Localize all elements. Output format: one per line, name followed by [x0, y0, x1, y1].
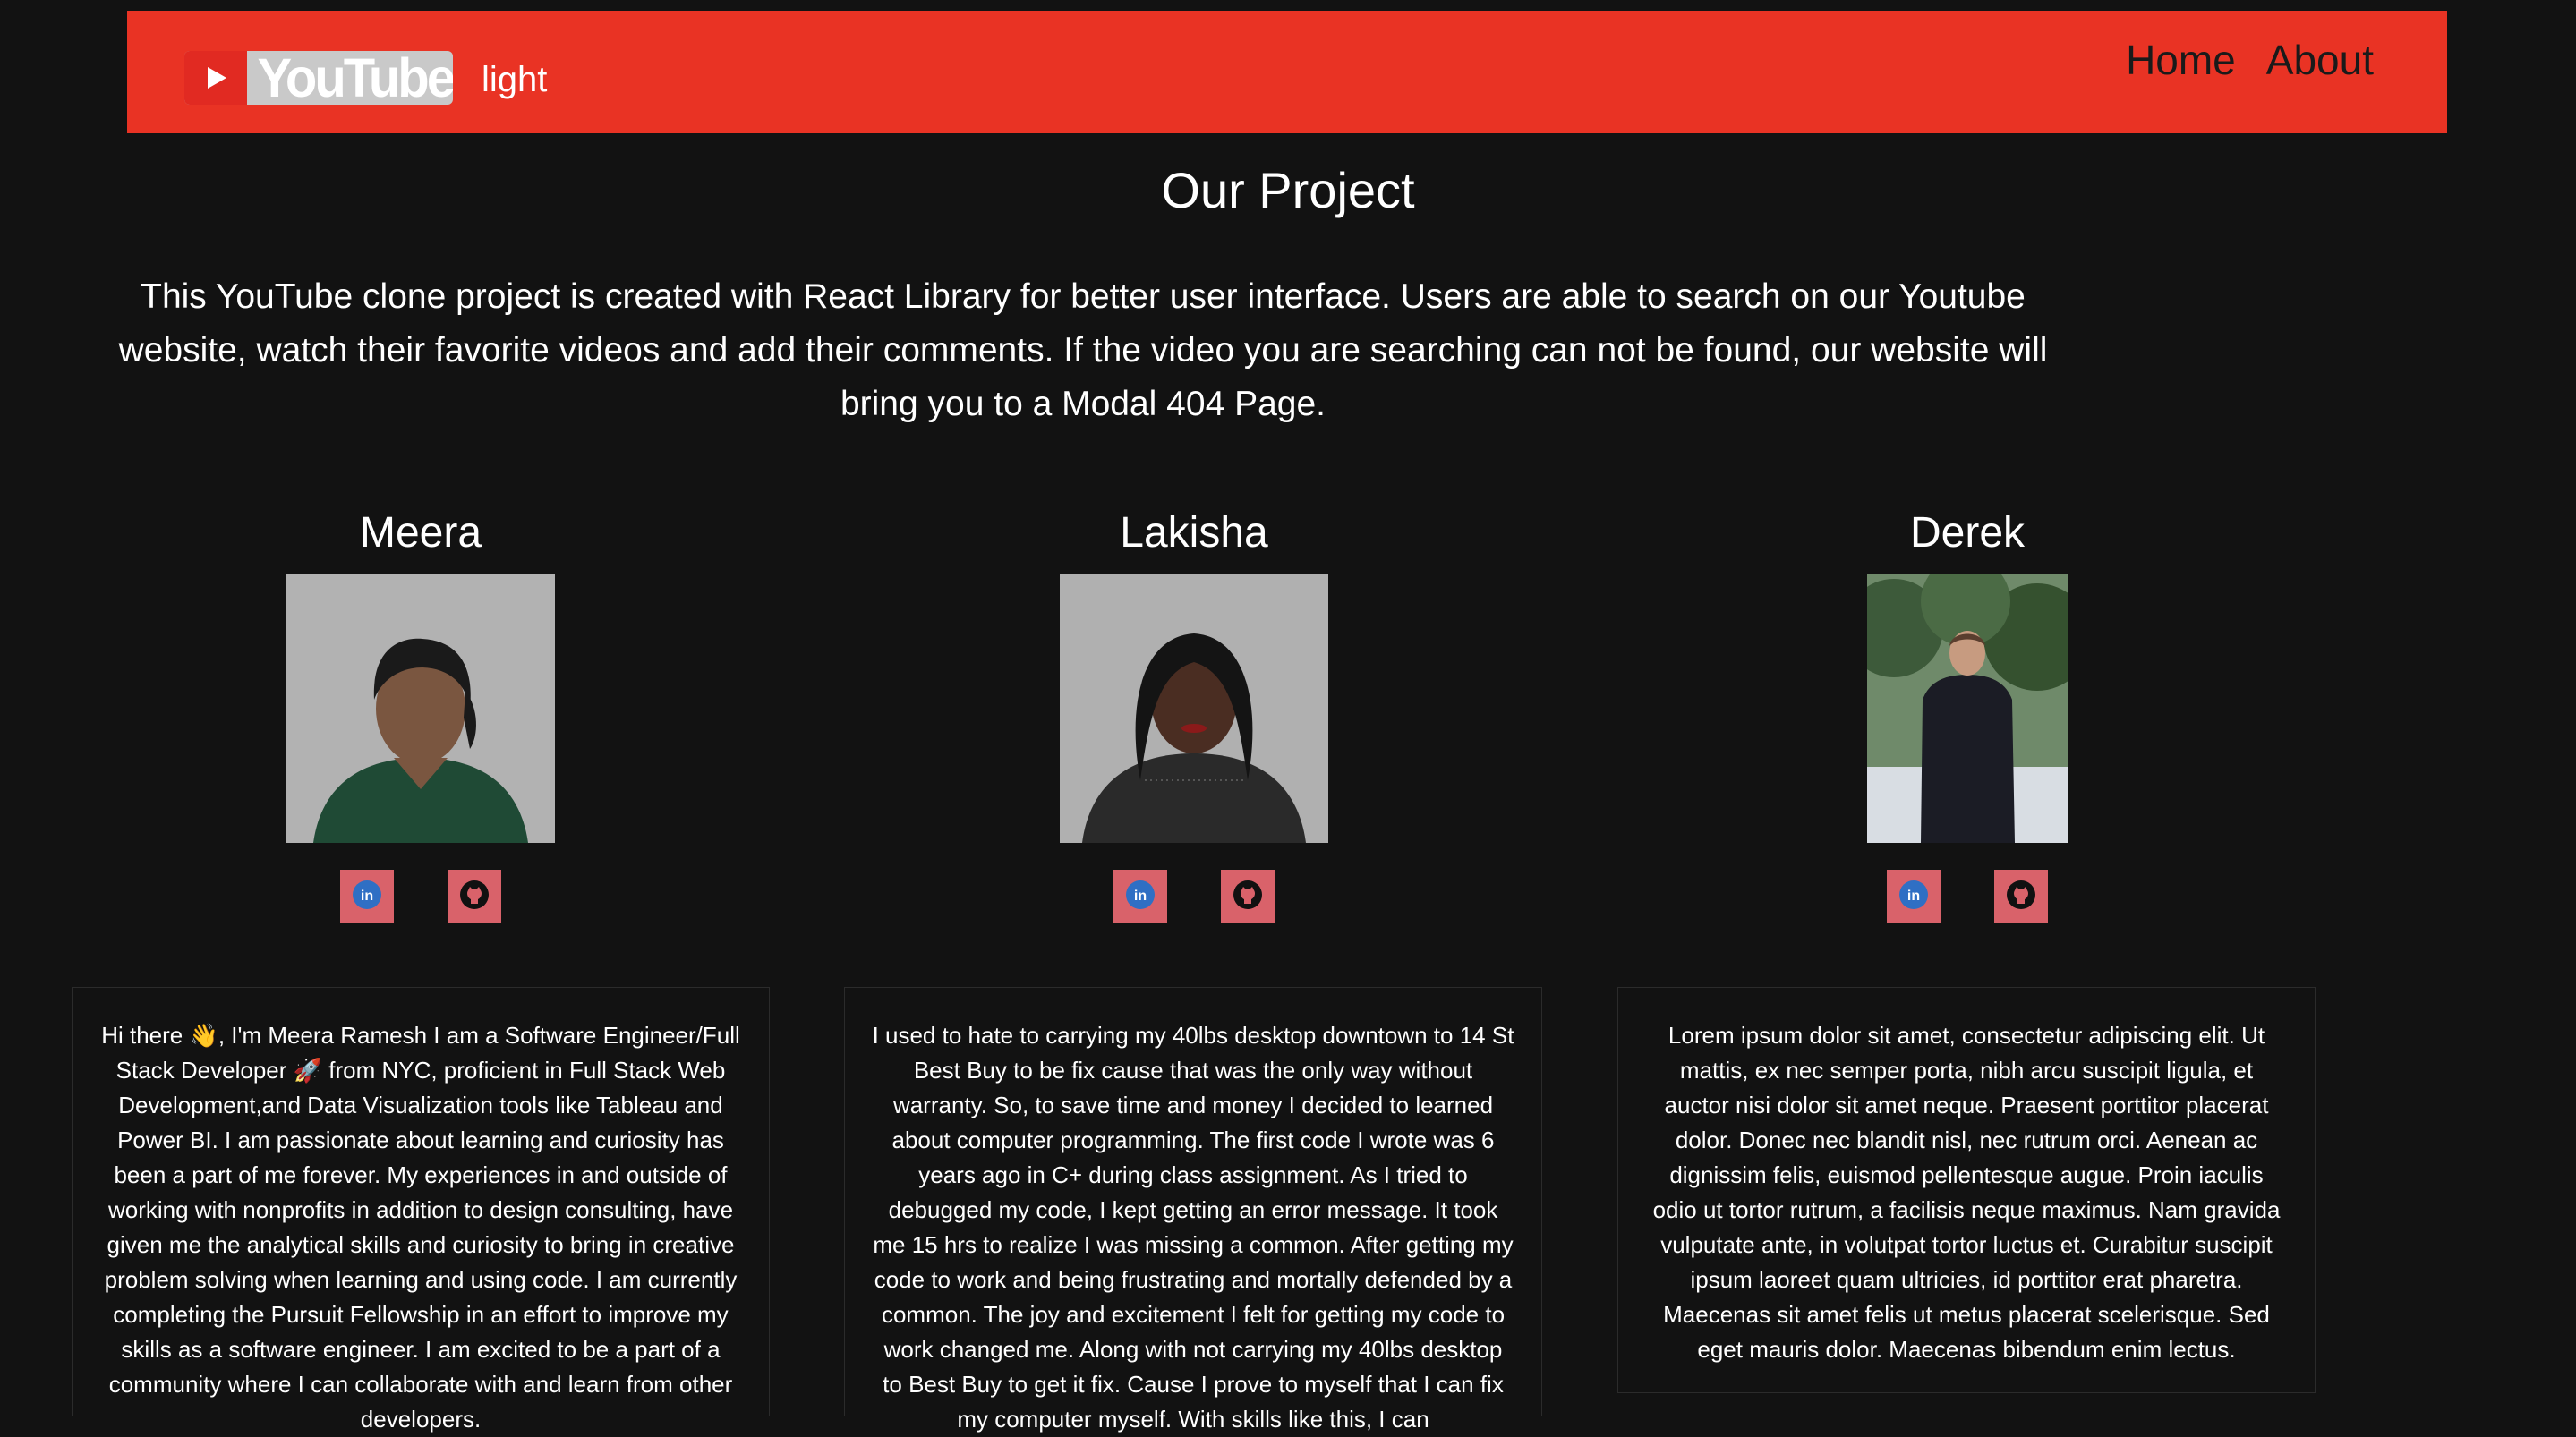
member-name-derek: Derek: [1909, 509, 2026, 557]
github-button-meera[interactable]: [448, 870, 501, 923]
bio-text-derek: Lorem ipsum dolor sit amet, consectetur …: [1652, 1022, 2281, 1363]
linkedin-icon: in: [1125, 880, 1156, 914]
svg-text:in: in: [361, 889, 373, 904]
member-name-meera: Meera: [359, 509, 482, 557]
svg-text:in: in: [1907, 889, 1920, 904]
project-description: This YouTube clone project is created wi…: [118, 277, 2048, 423]
bio-card-lakisha: I used to hate to carrying my 40lbs desk…: [844, 987, 1542, 1433]
nav-links: Home About: [2126, 36, 2374, 84]
linkedin-button-meera[interactable]: in: [340, 870, 394, 923]
top-navbar: YouTube light Home About: [127, 11, 2447, 133]
github-button-lakisha[interactable]: [1221, 870, 1275, 923]
linkedin-icon: in: [352, 880, 382, 914]
github-icon: [2006, 880, 2036, 914]
linkedin-button-lakisha[interactable]: in: [1113, 870, 1167, 923]
bio-text-lakisha: I used to hate to carrying my 40lbs desk…: [872, 1022, 1514, 1433]
avatar-derek: [1867, 574, 2068, 843]
bio-text-meera: Hi there 👋, I'm Meera Ramesh I am a Soft…: [101, 1022, 740, 1433]
avatar-meera: [286, 574, 555, 843]
nav-about-link[interactable]: About: [2266, 36, 2374, 84]
member-name-lakisha: Lakisha: [1120, 509, 1268, 557]
svg-text:in: in: [1134, 889, 1147, 904]
page-title: Our Project: [1161, 162, 1415, 218]
github-button-derek[interactable]: [1994, 870, 2048, 923]
theme-toggle-label[interactable]: light: [482, 60, 547, 100]
avatar-lakisha: [1060, 574, 1328, 843]
youtube-wordmark: YouTube: [257, 51, 453, 105]
linkedin-button-derek[interactable]: in: [1887, 870, 1941, 923]
bio-card-derek: Lorem ipsum dolor sit amet, consectetur …: [1617, 987, 2316, 1393]
github-icon: [459, 880, 490, 914]
bio-card-meera: Hi there 👋, I'm Meera Ramesh I am a Soft…: [72, 987, 770, 1433]
brand[interactable]: YouTube light: [184, 45, 547, 111]
youtube-logo[interactable]: YouTube: [184, 51, 453, 105]
nav-home-link[interactable]: Home: [2126, 36, 2236, 84]
linkedin-icon: in: [1898, 880, 1929, 914]
github-icon: [1233, 880, 1263, 914]
play-icon: [184, 51, 247, 105]
